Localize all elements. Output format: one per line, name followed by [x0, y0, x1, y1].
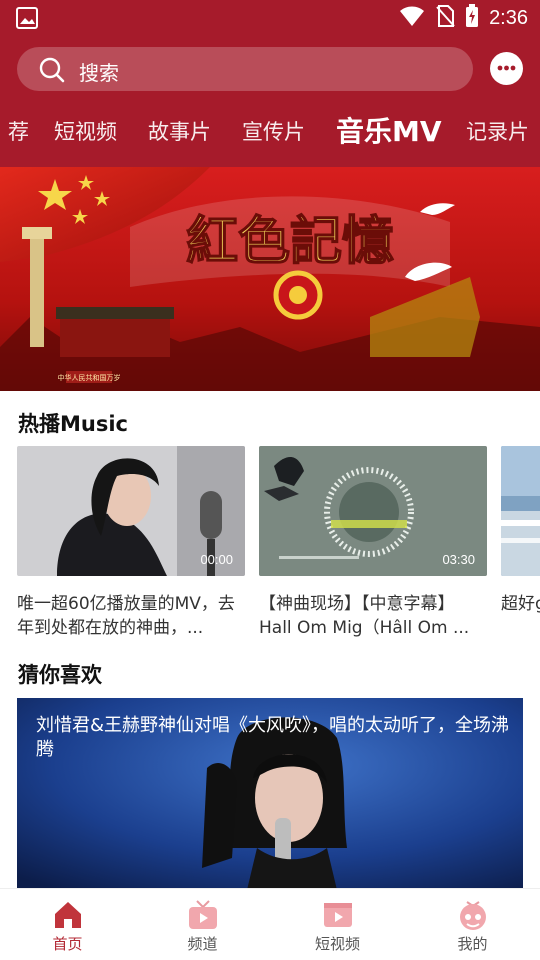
home-icon [52, 899, 84, 931]
tab-documentary[interactable]: 记录片 [466, 116, 529, 146]
tab-promo-film[interactable]: 宣传片 [242, 116, 305, 146]
chat-bubble-icon[interactable] [490, 52, 523, 85]
nav-short-video-label: 短视频 [314, 935, 360, 953]
video-play-icon [322, 899, 354, 931]
video-card[interactable]: 超好girl [501, 446, 540, 640]
section-title-hot-music: 热播Music [18, 412, 128, 436]
wifi-icon [399, 5, 425, 31]
video-thumbnail[interactable] [501, 446, 540, 576]
banner-title: 紅色記憶 [186, 211, 394, 272]
red-memory-banner-image: 紅色記憶 中华人民共和国万岁 [0, 167, 540, 391]
nav-short-video[interactable]: 短视频 [270, 889, 405, 960]
tab-music-mv[interactable]: 音乐MV [336, 110, 442, 150]
video-duration: 03:30 [442, 552, 475, 567]
search-bar[interactable]: 搜索 [17, 47, 473, 91]
nav-channel[interactable]: 频道 [135, 889, 270, 960]
search-icon [39, 57, 65, 83]
bottom-navigation: 首页 频道 短视频 我的 [0, 888, 540, 960]
search-placeholder: 搜索 [79, 61, 119, 85]
nav-profile[interactable]: 我的 [405, 889, 540, 960]
tv-channel-icon [187, 899, 219, 931]
gallery-icon [16, 7, 38, 33]
nav-channel-label: 频道 [187, 935, 218, 953]
video-thumbnail[interactable]: 00:00 [17, 446, 245, 576]
clock: 2:36 [489, 6, 528, 29]
nav-profile-label: 我的 [457, 935, 488, 953]
recommended-video-card[interactable]: 刘惜君&王赫野神仙对唱《大风吹》，唱的太动听了，全场沸腾 [17, 698, 523, 890]
video-title: 唯一超60亿播放量的MV，去年到处都在放的神曲，... [17, 594, 235, 638]
nav-home-label: 首页 [52, 935, 83, 953]
tab-story-film[interactable]: 故事片 [148, 116, 211, 146]
profile-icon [457, 899, 489, 931]
nav-home[interactable]: 首页 [0, 889, 135, 960]
tab-short-video[interactable]: 短视频 [54, 116, 117, 146]
battery-icon [465, 4, 479, 32]
category-tabs: 荐 短视频 故事片 宣传片 音乐MV 记录片 [0, 108, 540, 152]
video-title: 刘惜君&王赫野神仙对唱《大风吹》，唱的太动听了，全场沸腾 [36, 715, 510, 760]
video-card[interactable]: 00:00 唯一超60亿播放量的MV，去年到处都在放的神曲，... [17, 446, 245, 640]
no-sim-icon [435, 5, 455, 31]
hero-banner[interactable]: 紅色記憶 中华人民共和国万岁 [0, 167, 540, 391]
section-title-guess-you-like: 猜你喜欢 [18, 663, 102, 687]
video-thumbnail[interactable]: 03:30 [259, 446, 487, 576]
video-title: 超好girl [501, 594, 540, 614]
status-bar: 2:36 [0, 0, 540, 36]
hot-music-list: 00:00 唯一超60亿播放量的MV，去年到处都在放的神曲，... 03:30 … [0, 446, 540, 646]
video-duration: 00:00 [200, 552, 233, 567]
tab-recommend[interactable]: 荐 [8, 116, 29, 146]
banner-plaque-text: 中华人民共和国万岁 [58, 373, 121, 382]
app-header: 2:36 搜索 荐 短视频 故事片 宣传片 音乐MV 记录片 [0, 0, 540, 167]
video-title: 【神曲现场】【中意字幕】Hall Om Mig（Hâll Om ... [259, 594, 470, 638]
video-card[interactable]: 03:30 【神曲现场】【中意字幕】Hall Om Mig（Hâll Om ..… [259, 446, 487, 640]
